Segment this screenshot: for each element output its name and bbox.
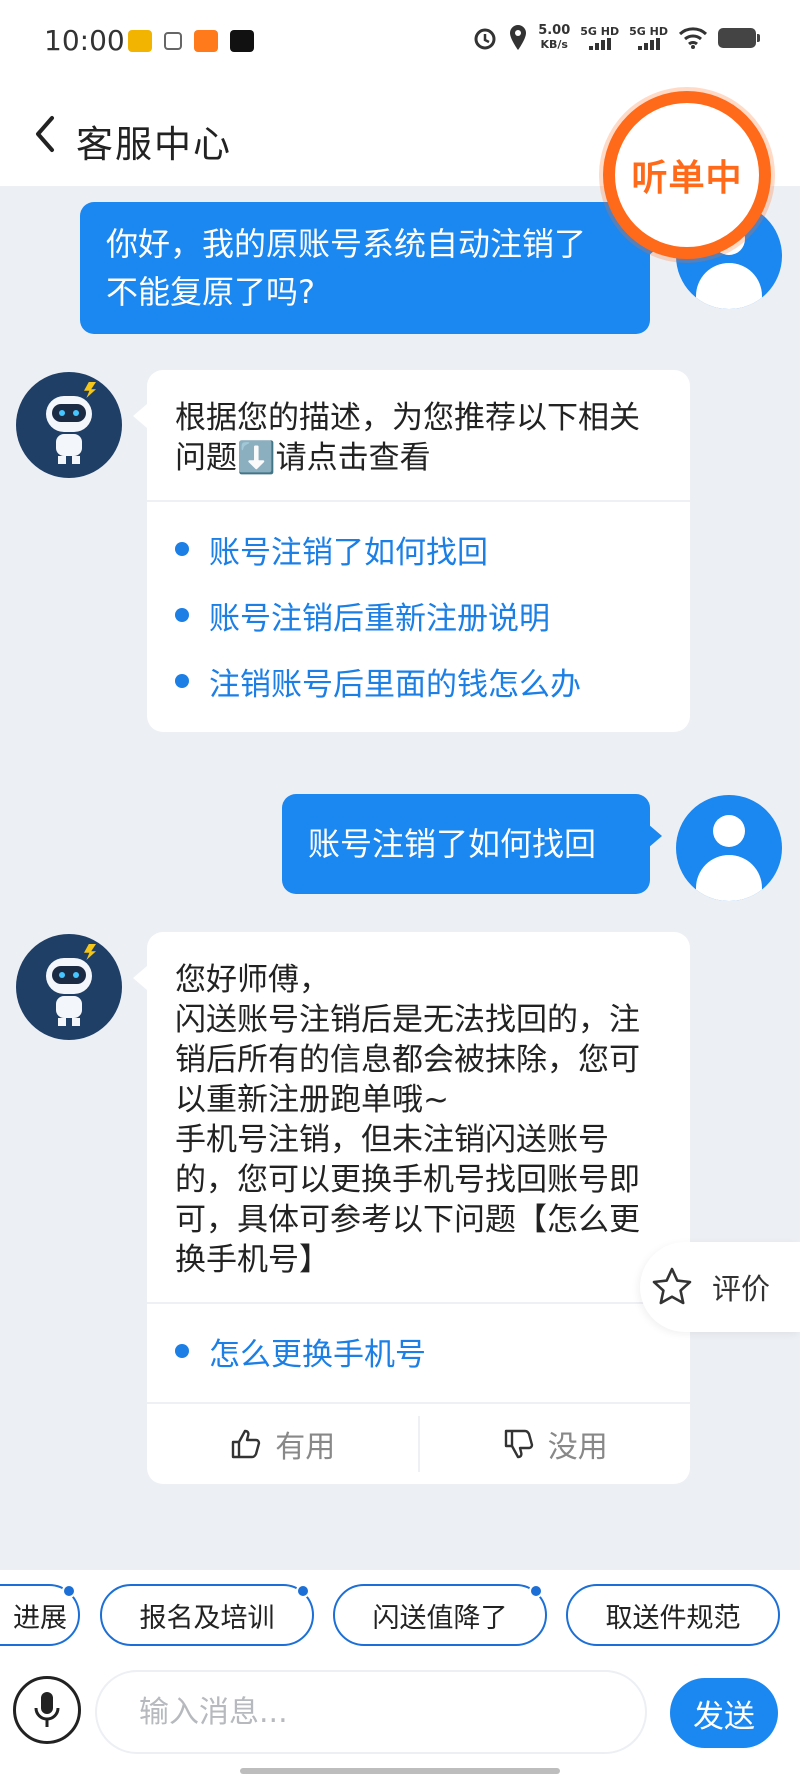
message-input[interactable] [95, 1670, 647, 1754]
link-label: 怎么更换手机号 [209, 1336, 426, 1373]
related-question-link[interactable]: 账号注销了如何找回 [175, 516, 662, 582]
bullet-icon [175, 608, 189, 622]
listening-badge[interactable]: 听单中 [603, 91, 771, 259]
wifi-icon [678, 27, 708, 49]
net-speed: 5.00 KB/s [538, 24, 570, 52]
app-notification-icon [128, 30, 152, 52]
net-speed-unit: KB/s [540, 38, 568, 51]
rate-button[interactable]: 评价 [640, 1242, 800, 1332]
related-question-link[interactable]: 怎么更换手机号 [175, 1318, 662, 1384]
bot-avatar [16, 934, 122, 1040]
message-text: 账号注销了如何找回 [308, 825, 597, 863]
status-time: 10:00 [44, 24, 125, 57]
status-bar: 10:00 5.00 KB/s 5G HD 5G HD [0, 0, 800, 84]
input-bar: 发送 [0, 1664, 800, 1778]
quick-reply-chip[interactable]: 进展 [0, 1584, 80, 1646]
box-notification-icon [164, 32, 182, 50]
app-notification-icon [230, 30, 254, 52]
related-question-link[interactable]: 注销账号后里面的钱怎么办 [175, 648, 662, 714]
message-text: 根据您的描述，为您推荐以下相关问题⬇️请点击查看 [175, 400, 640, 476]
feedback-bar: 有用 没用 [147, 1402, 690, 1484]
signal-label: 5G HD [580, 25, 620, 38]
notification-icons [128, 30, 254, 52]
listening-badge-label: 听单中 [631, 158, 743, 199]
bullet-icon [175, 542, 189, 556]
user-message-bubble: 你好，我的原账号系统自动注销了 不能复原了吗? [80, 202, 662, 334]
message-text: 您好师傅， 闪送账号注销后是无法找回的，注销后所有的信息都会被抹除，您可以重新注… [175, 962, 640, 1278]
alarm-icon [474, 28, 496, 50]
bot-message-card: 根据您的描述，为您推荐以下相关问题⬇️请点击查看 账号注销了如何找回 账号注销后… [133, 370, 690, 732]
home-indicator[interactable] [240, 1768, 560, 1774]
quick-reply-chip[interactable]: 取送件规范 [566, 1584, 780, 1646]
bot-message-card: 您好师傅， 闪送账号注销后是无法找回的，注销后所有的信息都会被抹除，您可以重新注… [133, 932, 690, 1484]
signal-bars-icon [580, 38, 619, 50]
useless-button[interactable]: 没用 [420, 1404, 691, 1484]
user-message-bubble: 账号注销了如何找回 [282, 794, 662, 894]
chip-label: 进展 [13, 1602, 67, 1634]
link-label: 注销账号后里面的钱怎么办 [209, 666, 581, 703]
related-questions-list: 怎么更换手机号 [147, 1304, 690, 1402]
voice-input-button[interactable] [13, 1676, 81, 1744]
related-questions-list: 账号注销了如何找回 账号注销后重新注册说明 注销账号后里面的钱怎么办 [147, 502, 690, 732]
location-icon [510, 25, 527, 50]
link-label: 账号注销了如何找回 [209, 534, 488, 571]
signal-2: 5G HD [629, 26, 668, 50]
signal-label: 5G HD [629, 25, 668, 38]
quick-reply-chip[interactable]: 报名及培训 [100, 1584, 314, 1646]
star-icon [652, 1267, 692, 1305]
app-notification-icon [194, 30, 218, 52]
status-indicators: 5.00 KB/s 5G HD 5G HD [472, 24, 760, 52]
new-badge [62, 1584, 76, 1598]
bullet-icon [175, 1344, 189, 1358]
link-label: 账号注销后重新注册说明 [209, 600, 550, 637]
chip-label: 取送件规范 [605, 1602, 741, 1634]
useless-label: 没用 [547, 1430, 608, 1465]
bullet-icon [175, 674, 189, 688]
bot-avatar [16, 372, 122, 478]
microphone-icon [34, 1692, 60, 1727]
user-avatar [676, 795, 782, 901]
useful-label: 有用 [275, 1430, 336, 1465]
new-badge [296, 1584, 310, 1598]
back-icon[interactable] [26, 106, 66, 162]
thumbs-down-icon [504, 1429, 533, 1459]
quick-reply-chip[interactable]: 闪送值降了 [333, 1584, 547, 1646]
battery-icon [718, 28, 760, 48]
chip-label: 报名及培训 [139, 1602, 275, 1634]
chip-label: 闪送值降了 [372, 1602, 508, 1634]
useful-button[interactable]: 有用 [147, 1404, 418, 1484]
message-text: 你好，我的原账号系统自动注销了 不能复原了吗? [106, 225, 587, 311]
net-speed-value: 5.00 [538, 23, 571, 38]
page-title: 客服中心 [76, 123, 232, 166]
rate-label: 评价 [712, 1272, 771, 1306]
quick-reply-bar: 进展 报名及培训 闪送值降了 取送件规范 [0, 1570, 800, 1664]
signal-bars-icon [629, 38, 668, 50]
signal-1: 5G HD [580, 26, 619, 50]
thumbs-up-icon [232, 1429, 261, 1459]
new-badge [529, 1584, 543, 1598]
related-question-link[interactable]: 账号注销后重新注册说明 [175, 582, 662, 648]
send-button[interactable]: 发送 [670, 1678, 778, 1748]
